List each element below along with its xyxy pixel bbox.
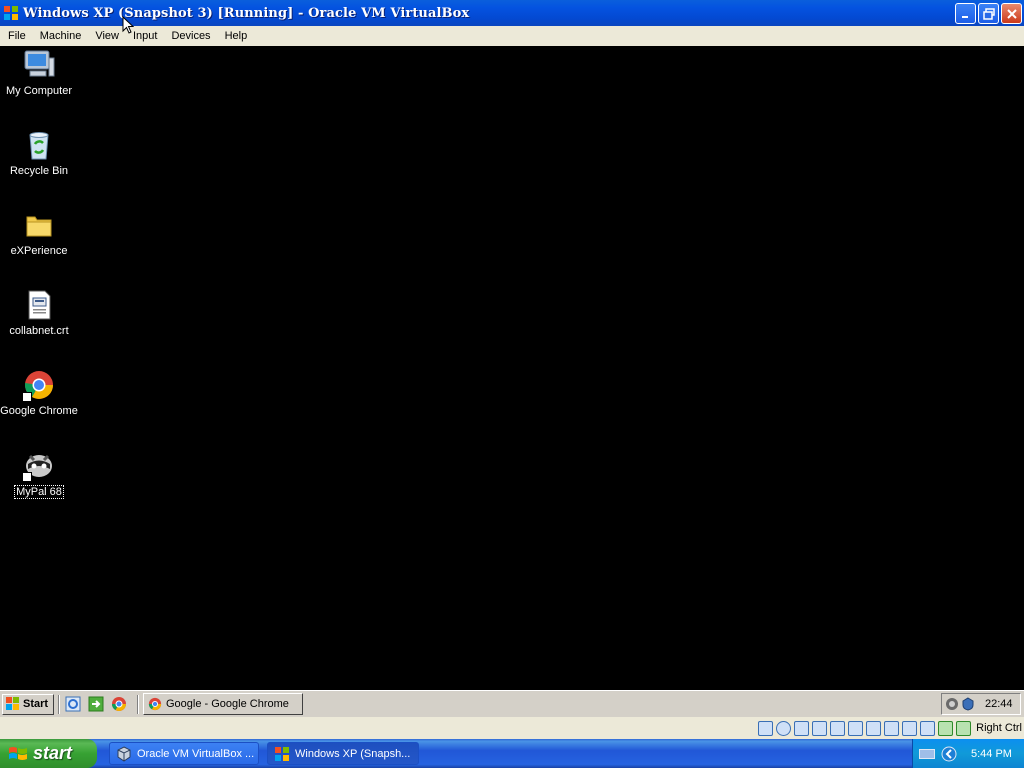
guest-task-chrome[interactable]: Google - Google Chrome xyxy=(143,693,303,715)
network-icon[interactable] xyxy=(945,697,959,711)
guest-start-label: Start xyxy=(23,698,49,710)
menu-machine[interactable]: Machine xyxy=(33,30,89,42)
menu-view[interactable]: View xyxy=(88,30,126,42)
shared-folder-icon[interactable] xyxy=(848,720,864,736)
host-start-label: start xyxy=(33,743,73,763)
host-task-label: Windows XP (Snapsh... xyxy=(295,747,411,760)
video-capture-icon[interactable] xyxy=(884,720,900,736)
vbox-status-bar: Right Ctrl xyxy=(0,717,1024,739)
display-icon[interactable] xyxy=(866,720,882,736)
guest-taskbar: Start Google - Google Chrome 22:44 xyxy=(0,690,1024,717)
desktop-icon-label: My Computer xyxy=(5,85,73,97)
desktop-icon-collabnet-crt[interactable]: collabnet.crt xyxy=(0,288,78,337)
chrome-icon xyxy=(112,697,126,711)
maximize-button[interactable] xyxy=(978,3,999,24)
mouse-integration-icon[interactable] xyxy=(938,720,954,736)
recycle-bin-icon xyxy=(29,132,49,160)
desktop-icon-label: Google Chrome xyxy=(0,405,78,417)
desktop-icon-my-computer[interactable]: My Computer xyxy=(0,48,78,97)
guest-system-tray: 22:44 xyxy=(941,693,1021,715)
guest-clock[interactable]: 22:44 xyxy=(985,698,1013,710)
show-desktop-icon xyxy=(88,696,104,712)
menu-devices[interactable]: Devices xyxy=(164,30,217,42)
host-start-button[interactable]: start xyxy=(0,739,97,768)
chrome-icon xyxy=(148,697,162,711)
desktop-icon-experience[interactable]: eXPerience xyxy=(0,208,78,257)
folder-icon xyxy=(26,216,52,237)
menu-bar: File Machine View Input Devices Help xyxy=(0,26,1024,46)
virtualbox-icon xyxy=(117,745,131,762)
desktop-icon-google-chrome[interactable]: Google Chrome xyxy=(0,368,78,417)
separator xyxy=(137,694,139,714)
desktop-icon-mypal-68[interactable]: MyPal 68 xyxy=(0,448,78,499)
mouse-cursor-icon xyxy=(122,16,134,34)
desktop-icon-label: MyPal 68 xyxy=(14,485,64,499)
host-key-label: Right Ctrl xyxy=(976,722,1022,734)
menu-file[interactable]: File xyxy=(1,30,33,42)
optical-drive-icon[interactable] xyxy=(776,720,792,736)
menu-help[interactable]: Help xyxy=(218,30,255,42)
windows-logo-icon xyxy=(6,697,19,710)
restore-icon xyxy=(982,7,995,20)
keyboard-icon[interactable] xyxy=(919,748,935,759)
guest-task-label: Google - Google Chrome xyxy=(166,698,289,710)
desktop-icon-label: Recycle Bin xyxy=(9,165,69,177)
guest-desktop[interactable]: My Computer Recycle Bin eXPerience colla… xyxy=(0,46,1024,690)
ie-icon xyxy=(65,696,81,712)
guest-start-button[interactable]: Start xyxy=(2,693,54,715)
hard-disk-icon[interactable] xyxy=(758,720,774,736)
host-task-virtualbox[interactable]: Oracle VM VirtualBox ... xyxy=(109,742,259,765)
window-title: Windows XP (Snapshot 3) [Running] - Orac… xyxy=(23,5,470,21)
desktop-icon-label: collabnet.crt xyxy=(9,325,69,337)
desktop-icon-recycle-bin[interactable]: Recycle Bin xyxy=(0,128,78,177)
host-clock[interactable]: 5:44 PM xyxy=(971,748,1012,760)
usb-icon[interactable] xyxy=(830,720,846,736)
quicklaunch-show-desktop[interactable] xyxy=(87,695,105,713)
security-icon[interactable] xyxy=(961,697,975,711)
window-titlebar[interactable]: Windows XP (Snapshot 3) [Running] - Orac… xyxy=(0,0,1024,26)
keyboard-capture-icon[interactable] xyxy=(956,720,972,736)
quicklaunch-ie[interactable] xyxy=(64,695,82,713)
host-system-tray: 5:44 PM xyxy=(912,739,1024,768)
vm-window-icon xyxy=(275,746,289,761)
quicklaunch-chrome[interactable] xyxy=(110,695,128,713)
host-taskbar: start Oracle VM VirtualBox ... Windows X… xyxy=(0,739,1024,768)
host-task-label: Oracle VM VirtualBox ... xyxy=(137,747,255,760)
audio-icon[interactable] xyxy=(794,720,810,736)
vm-window-icon xyxy=(4,6,18,20)
my-computer-icon xyxy=(24,50,55,77)
separator xyxy=(58,694,60,714)
chevron-left-icon[interactable] xyxy=(941,746,957,762)
host-task-vm-window[interactable]: Windows XP (Snapsh... xyxy=(267,742,419,765)
certificate-file-icon xyxy=(28,290,51,320)
recording-icon[interactable] xyxy=(902,720,918,736)
close-icon xyxy=(1006,8,1017,19)
minimize-button[interactable] xyxy=(955,3,976,24)
minimize-icon xyxy=(961,15,968,18)
shortcut-arrow-icon xyxy=(22,472,32,482)
desktop-icon-label: eXPerience xyxy=(10,245,68,257)
shortcut-arrow-icon xyxy=(22,392,32,402)
windows-flag-icon xyxy=(9,746,27,760)
network-icon[interactable] xyxy=(812,720,828,736)
close-button[interactable] xyxy=(1001,3,1022,24)
cpu-icon[interactable] xyxy=(920,720,936,736)
